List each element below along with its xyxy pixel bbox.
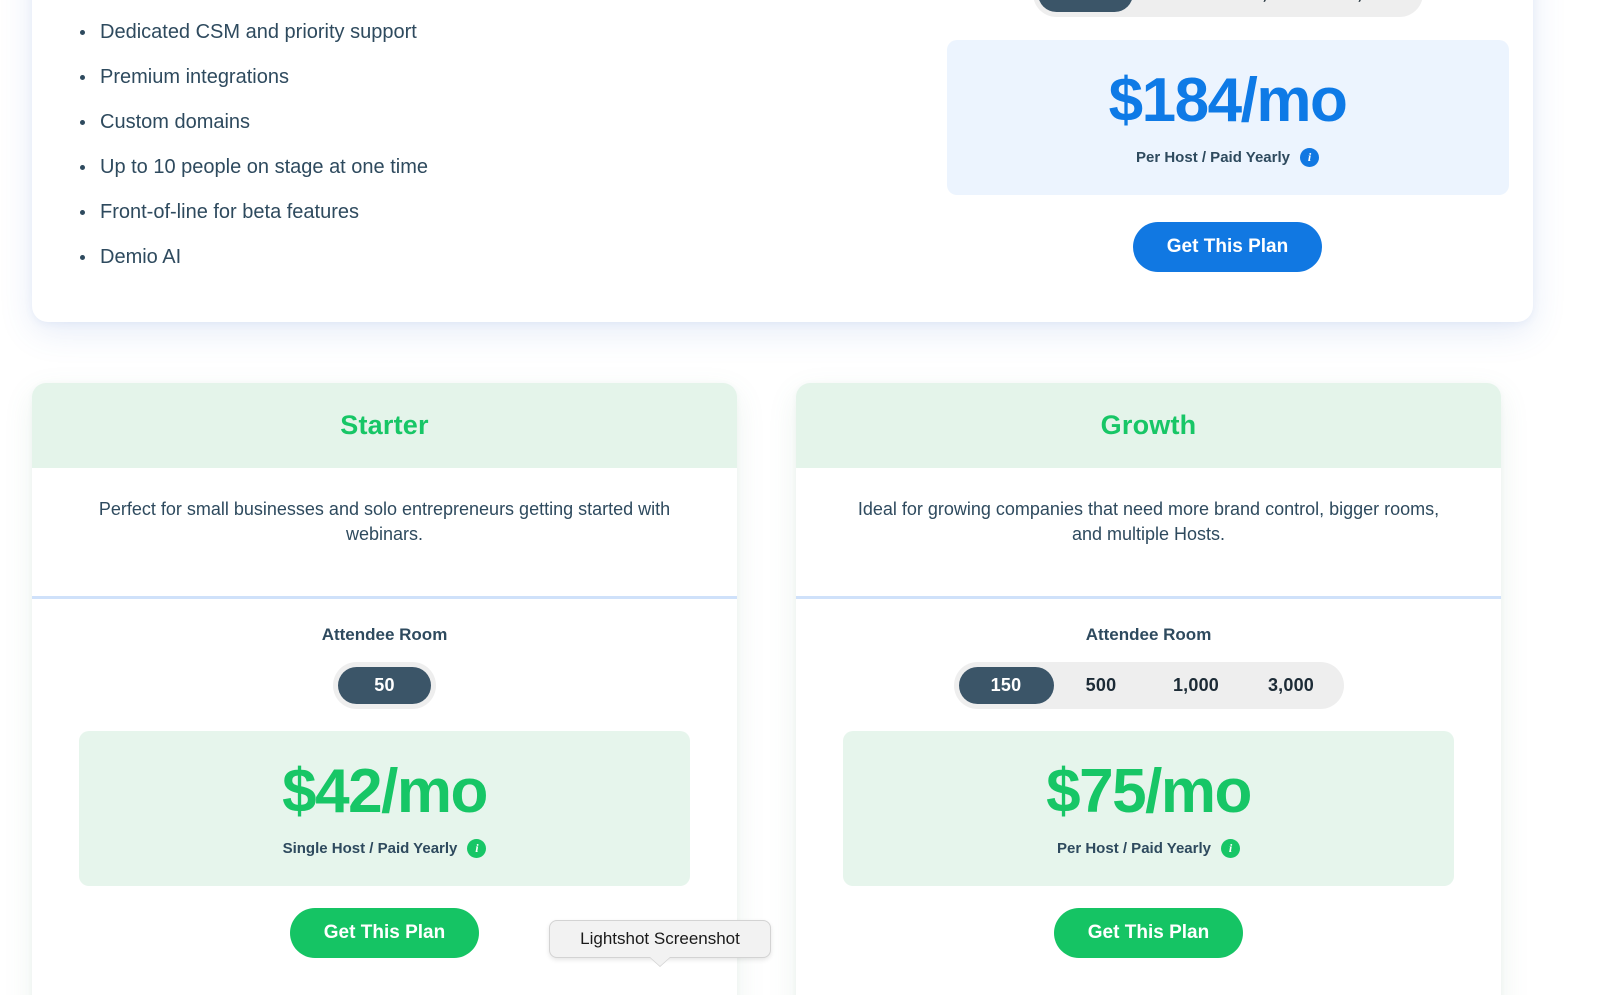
growth-cta-wrap: Get This Plan (843, 908, 1454, 958)
growth-price-note-row: Per Host / Paid Yearly i (843, 839, 1454, 858)
growth-plan-body: Attendee Room 150 500 1,000 3,000 $75/mo… (796, 599, 1501, 958)
premium-price-amount: $184/mo (1108, 66, 1348, 135)
lightshot-screenshot-tooltip: Lightshot Screenshot (549, 920, 771, 958)
attendee-option-150[interactable]: 150 (1037, 0, 1133, 12)
list-item: Premium integrations (72, 66, 922, 88)
growth-price-amount: $75/mo (1046, 757, 1252, 826)
starter-price-note-row: Single Host / Paid Yearly i (79, 839, 690, 858)
premium-attendee-room-selector[interactable]: 150 500 1,000 3,000 (1032, 0, 1423, 17)
starter-plan-header: Starter (32, 383, 737, 468)
growth-plan-description: Ideal for growing companies that need mo… (857, 499, 1440, 545)
list-item: Dedicated CSM and priority support (72, 21, 922, 43)
premium-plan-pricing: 150 500 1,000 3,000 $184/mo Per Host / P… (922, 0, 1533, 322)
attendee-option-1000[interactable]: 1,000 (1149, 667, 1244, 704)
growth-price-box: $75/mo Per Host / Paid Yearly i (843, 731, 1454, 886)
starter-plan-body: Attendee Room 50 $42/mo Single Host / Pa… (32, 599, 737, 958)
growth-plan-card: Growth Ideal for growing companies that … (796, 383, 1501, 995)
list-item: Up to 10 people on stage at one time (72, 156, 922, 178)
growth-plan-header: Growth (796, 383, 1501, 468)
attendee-option-500[interactable]: 500 (1133, 0, 1228, 12)
starter-price-box: $42/mo Single Host / Paid Yearly i (79, 731, 690, 886)
attendee-option-3000[interactable]: 3,000 (1244, 667, 1339, 704)
attendee-option-150[interactable]: 150 (958, 667, 1054, 704)
page-title: Starter (340, 410, 429, 440)
starter-attendee-room-label: Attendee Room (321, 625, 448, 644)
info-icon[interactable]: i (1299, 148, 1319, 167)
attendee-option-1000[interactable]: 1,000 (1228, 0, 1323, 12)
list-item: Custom domains (72, 111, 922, 133)
premium-price-box: $184/mo Per Host / Paid Yearly i (946, 40, 1509, 195)
premium-feature-list: Dedicated CSM and priority support Premi… (72, 21, 922, 268)
attendee-option-50[interactable]: 50 (338, 667, 431, 704)
growth-attendee-room-selector[interactable]: 150 500 1,000 3,000 (953, 662, 1344, 709)
starter-price-amount: $42/mo (282, 757, 488, 826)
lightshot-tooltip-label: Lightshot Screenshot (580, 929, 740, 948)
starter-price-note: Single Host / Paid Yearly (282, 840, 458, 857)
premium-price-note: Per Host / Paid Yearly (1136, 149, 1290, 166)
pricing-page: dedicated account support. Dedicated CSM… (0, 0, 1600, 995)
starter-description-wrap: Perfect for small businesses and solo en… (32, 468, 737, 599)
info-icon[interactable]: i (1220, 839, 1240, 858)
get-this-plan-button[interactable]: Get This Plan (289, 908, 480, 958)
info-icon[interactable]: i (467, 839, 487, 858)
growth-attendee-room-label: Attendee Room (1085, 625, 1212, 644)
premium-cta-wrap: Get This Plan (1132, 222, 1323, 272)
attendee-option-500[interactable]: 500 (1054, 667, 1149, 704)
list-item: Demio AI (72, 246, 922, 268)
premium-plan-details: dedicated account support. Dedicated CSM… (32, 0, 922, 322)
list-item: Front-of-line for beta features (72, 201, 922, 223)
attendee-option-3000[interactable]: 3,000 (1323, 0, 1418, 12)
starter-plan-description: Perfect for small businesses and solo en… (98, 499, 671, 545)
starter-attendee-room-selector[interactable]: 50 (333, 662, 436, 709)
get-this-plan-button[interactable]: Get This Plan (1053, 908, 1244, 958)
page-title: Growth (1100, 410, 1197, 440)
get-this-plan-button[interactable]: Get This Plan (1132, 222, 1323, 272)
premium-price-note-row: Per Host / Paid Yearly i (947, 148, 1509, 167)
growth-price-note: Per Host / Paid Yearly (1057, 840, 1211, 857)
growth-description-wrap: Ideal for growing companies that need mo… (796, 468, 1501, 599)
premium-plan-card: dedicated account support. Dedicated CSM… (32, 0, 1533, 322)
starter-plan-card: Starter Perfect for small businesses and… (32, 383, 737, 995)
